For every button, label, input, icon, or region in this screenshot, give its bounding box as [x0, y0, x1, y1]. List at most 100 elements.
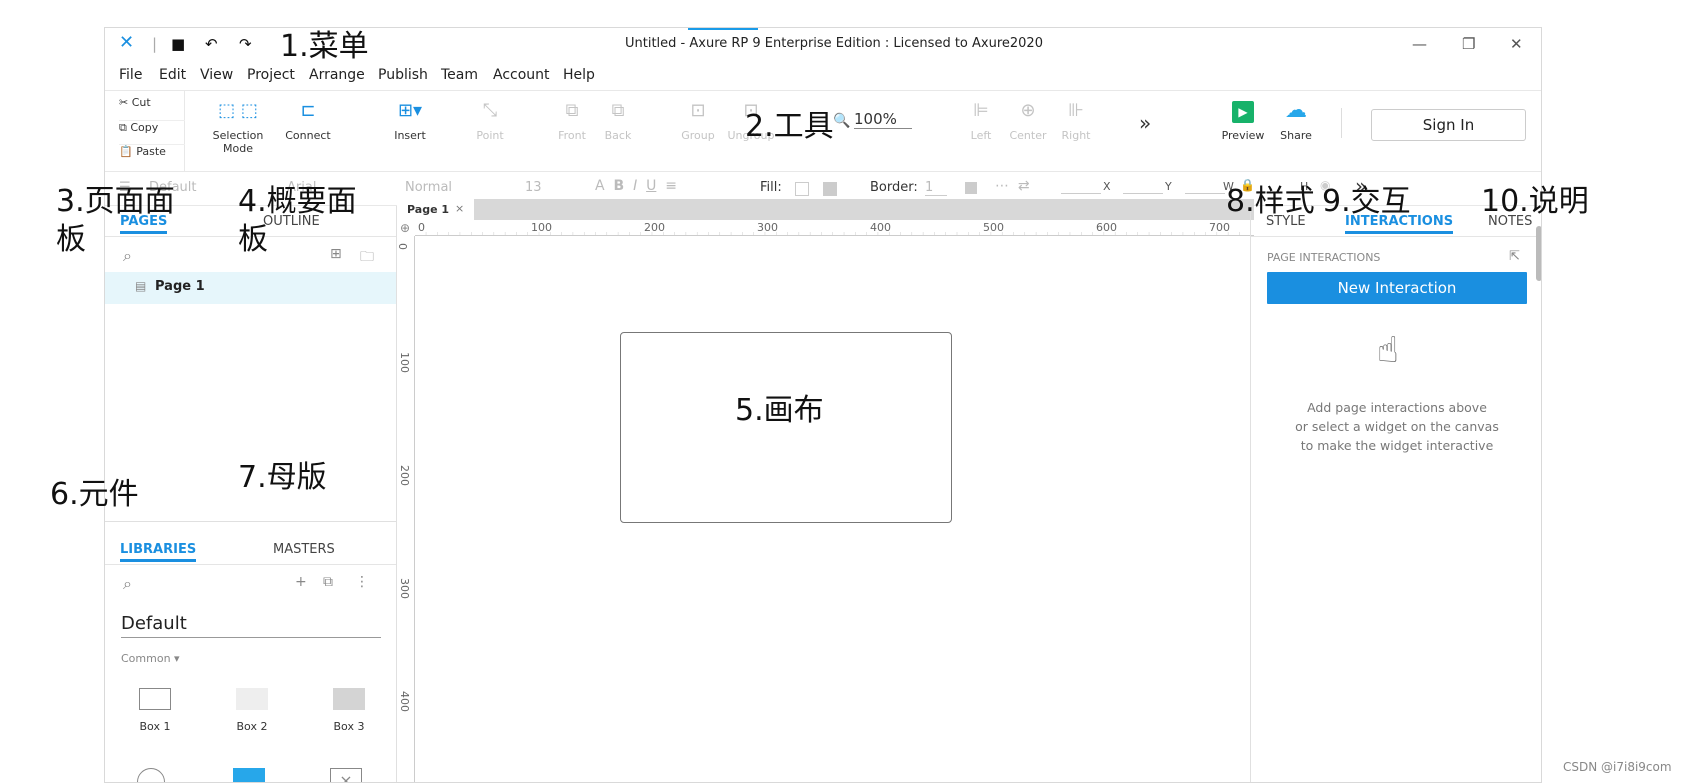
- library-window-icon[interactable]: ⧉: [323, 574, 333, 590]
- page-item[interactable]: ▤ Page 1: [105, 272, 396, 304]
- expand-icon[interactable]: ⇱: [1509, 249, 1520, 264]
- ruler-h-label: 400: [870, 221, 891, 234]
- text-format-icons[interactable]: A B I U ≡: [595, 178, 677, 194]
- menu-project[interactable]: Project: [247, 67, 295, 83]
- paste-label: Paste: [136, 145, 166, 158]
- x-input[interactable]: [1061, 193, 1101, 194]
- annotation-outline-2: 板: [238, 222, 268, 257]
- share-button[interactable]: ☁ Share: [1273, 98, 1319, 143]
- align-left-button[interactable]: ⊫ Left: [958, 99, 1004, 142]
- border-label: Border:: [870, 180, 918, 195]
- library-item-box3[interactable]: Box 3: [309, 688, 389, 733]
- library-select[interactable]: Default: [121, 613, 381, 638]
- section-title: PAGE INTERACTIONS: [1267, 251, 1381, 264]
- group-button[interactable]: ⊡ Group: [675, 99, 721, 142]
- insert-plus-icon: ⊞▾: [397, 100, 423, 121]
- undo-icon[interactable]: ↶: [205, 35, 218, 53]
- menu-account[interactable]: Account: [493, 67, 550, 83]
- minimize-icon[interactable]: —: [1412, 35, 1427, 53]
- more-tools-icon[interactable]: »: [1139, 111, 1151, 135]
- box2-shape: [236, 688, 268, 710]
- x-label: X: [1103, 180, 1111, 193]
- search-icon[interactable]: ⌕: [123, 246, 132, 266]
- fill-image-swatch[interactable]: [823, 182, 837, 196]
- help-line: to make the widget interactive: [1300, 438, 1494, 453]
- clipboard-group: ✂ Cut ⧉ Copy 📋 Paste: [105, 91, 185, 171]
- menu-team[interactable]: Team: [441, 67, 478, 83]
- ruler-v-label: 400: [398, 691, 411, 712]
- preview-button[interactable]: ▶ Preview: [1220, 99, 1266, 142]
- annotation-interactions: 9.交互: [1322, 184, 1411, 219]
- placeholder-widget-icon[interactable]: ⨯: [330, 768, 362, 782]
- add-folder-icon[interactable]: 🗀: [360, 246, 374, 270]
- paste-button[interactable]: 📋 Paste: [119, 144, 185, 158]
- annotation-masters: 7.母版: [238, 460, 327, 495]
- right-panel: STYLE INTERACTIONS NOTES PAGE INTERACTIO…: [1250, 206, 1541, 782]
- scrollbar[interactable]: [1536, 226, 1541, 281]
- library-item-box1[interactable]: Box 1: [115, 688, 195, 733]
- connect-button[interactable]: ⊏ Connect: [285, 99, 331, 142]
- separator: |: [152, 35, 158, 53]
- align-right-button[interactable]: ⊪ Right: [1053, 99, 1099, 142]
- group-label[interactable]: Common ▾: [121, 652, 180, 665]
- cursor-click-icon: ☝: [1377, 330, 1399, 371]
- box1-label: Box 1: [139, 720, 171, 733]
- border-width-input[interactable]: 1: [925, 180, 947, 196]
- front-icon: ⧉: [565, 100, 579, 121]
- sign-in-button[interactable]: Sign In: [1371, 109, 1526, 141]
- fill-color-swatch[interactable]: [795, 182, 809, 196]
- menu-view[interactable]: View: [200, 67, 233, 83]
- selection-mode-button[interactable]: ⬚ ⬚ Selection Mode: [198, 99, 278, 155]
- help-line: Add page interactions above: [1307, 400, 1487, 415]
- border-color-swatch[interactable]: [965, 182, 977, 194]
- library-menu-icon[interactable]: ⋮: [355, 574, 369, 590]
- image-widget-icon[interactable]: [233, 768, 265, 782]
- group-label: Group: [681, 129, 715, 142]
- align-center-icon: ⊕: [1020, 100, 1036, 121]
- divider: [105, 564, 396, 565]
- weight-select[interactable]: Normal: [405, 180, 505, 195]
- left-label: Left: [970, 129, 992, 142]
- restore-icon[interactable]: ❐: [1462, 35, 1475, 53]
- close-icon[interactable]: ✕: [1510, 35, 1523, 53]
- ellipse-widget-icon[interactable]: [137, 768, 165, 782]
- size-select[interactable]: 13: [525, 180, 565, 195]
- save-icon[interactable]: ■: [171, 35, 185, 53]
- align-center-button[interactable]: ⊕ Center: [1005, 99, 1051, 142]
- ruler-origin-icon[interactable]: ⊕: [400, 221, 410, 235]
- library-item-box2[interactable]: Box 2: [212, 688, 292, 733]
- w-input[interactable]: [1185, 193, 1225, 194]
- ruler-h-label: 300: [757, 221, 778, 234]
- insert-button[interactable]: ⊞▾ Insert: [387, 99, 433, 142]
- ruler-h-label: 600: [1096, 221, 1117, 234]
- menu-arrange[interactable]: Arrange: [309, 67, 365, 83]
- ruler-h-label: 100: [531, 221, 552, 234]
- add-page-icon[interactable]: ⊞: [330, 246, 342, 262]
- new-interaction-button[interactable]: New Interaction: [1267, 272, 1527, 304]
- zoom-select[interactable]: 100%: [854, 110, 912, 129]
- y-input[interactable]: [1123, 193, 1163, 194]
- annotation-pages-2: 板: [56, 222, 86, 257]
- back-button[interactable]: ⧉ Back: [595, 99, 641, 142]
- copy-button[interactable]: ⧉ Copy: [119, 120, 185, 135]
- interaction-help-text: Add page interactions above or select a …: [1267, 398, 1527, 455]
- add-library-icon[interactable]: +: [295, 574, 307, 590]
- redo-icon[interactable]: ↷: [239, 35, 252, 53]
- menu-help[interactable]: Help: [563, 67, 595, 83]
- canvas-tab-page1[interactable]: Page 1 ×: [397, 199, 474, 220]
- cloud-icon: ☁: [1285, 98, 1307, 123]
- menu-file[interactable]: File: [119, 67, 142, 83]
- preview-label: Preview: [1221, 129, 1265, 142]
- menu-publish[interactable]: Publish: [378, 67, 428, 83]
- close-tab-icon[interactable]: ×: [455, 202, 464, 215]
- library-search-icon[interactable]: ⌕: [123, 574, 132, 594]
- selection-mode-icon: ⬚ ⬚: [218, 100, 258, 121]
- cut-button[interactable]: ✂ Cut: [119, 96, 151, 109]
- tab-libraries[interactable]: LIBRARIES: [120, 542, 197, 562]
- annotation-widgets: 6.元件: [50, 477, 139, 512]
- point-button[interactable]: ⤡ Point: [467, 99, 513, 142]
- tab-masters[interactable]: MASTERS: [273, 542, 335, 557]
- front-button[interactable]: ⧉ Front: [549, 99, 595, 142]
- border-style-icons[interactable]: ⋯ ⇄: [995, 178, 1030, 194]
- menu-edit[interactable]: Edit: [159, 67, 186, 83]
